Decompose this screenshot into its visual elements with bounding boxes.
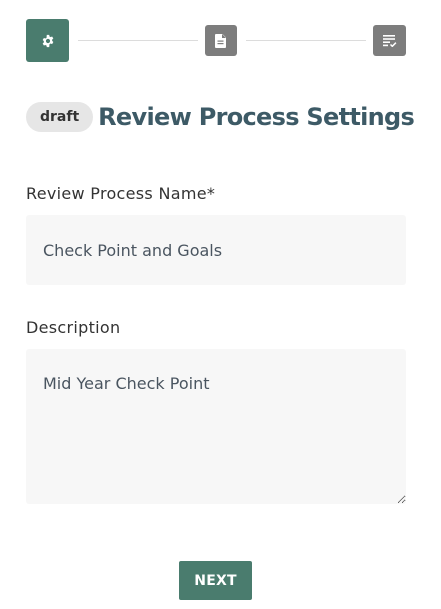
description-textarea[interactable]: Mid Year Check Point — [26, 349, 406, 504]
document-icon — [215, 33, 226, 48]
review-process-name-label: Review Process Name* — [26, 184, 216, 203]
next-button[interactable]: NEXT — [179, 561, 252, 600]
stepper — [26, 19, 406, 62]
step-connector — [246, 40, 366, 41]
step-review[interactable] — [373, 25, 406, 56]
review-process-settings-page: draft Review Process Settings Review Pro… — [0, 0, 441, 609]
page-title: Review Process Settings — [98, 103, 415, 131]
title-row: draft Review Process Settings — [26, 100, 415, 134]
gear-icon — [42, 34, 53, 47]
step-settings[interactable] — [26, 19, 69, 62]
status-badge: draft — [26, 102, 94, 132]
review-process-name-input[interactable] — [26, 215, 406, 285]
step-connector — [78, 40, 198, 41]
step-details[interactable] — [205, 25, 237, 56]
checklist-icon — [382, 34, 396, 47]
description-label: Description — [26, 318, 121, 337]
